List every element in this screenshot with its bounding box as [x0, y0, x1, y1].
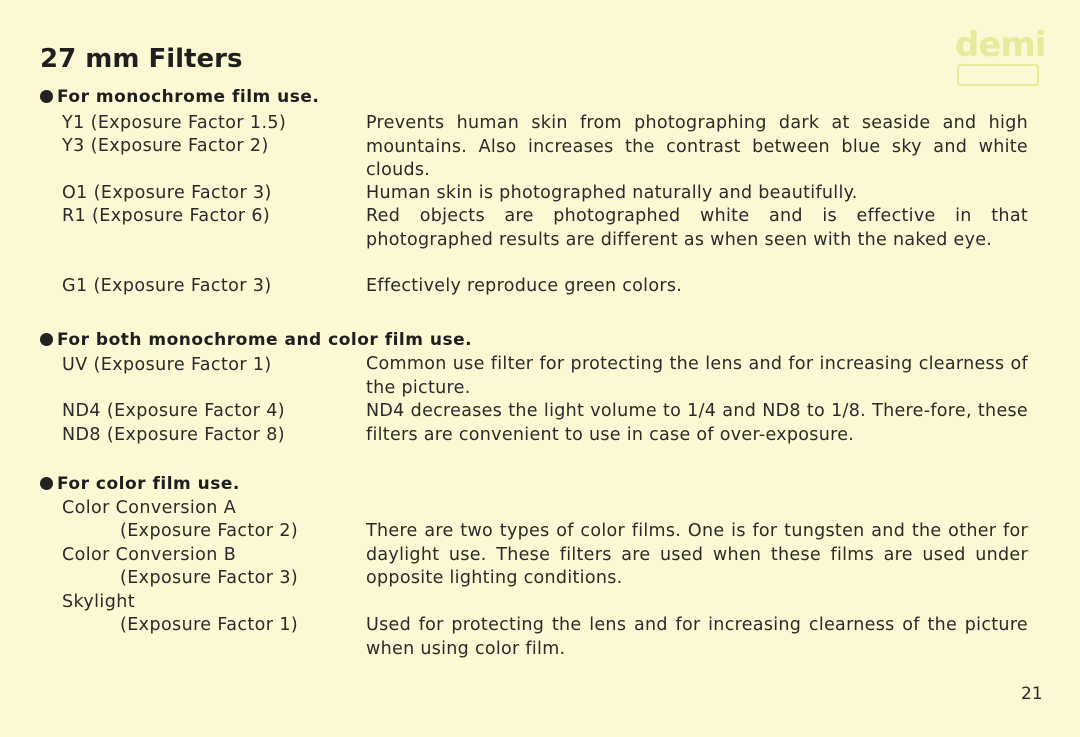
bullet-icon	[40, 477, 53, 490]
filter-nd4: ND4 (Exposure Factor 4)	[62, 401, 285, 421]
filter-cc-a: Color Conversion A	[62, 498, 237, 518]
page-title: 27 mm Filters	[40, 44, 243, 74]
section-heading-color: For color film use.	[40, 474, 240, 494]
filter-o1: O1 (Exposure Factor 3)	[62, 183, 272, 203]
filter-nd8: ND8 (Exposure Factor 8)	[62, 425, 285, 445]
filter-skylight-factor: (Exposure Factor 1)	[120, 615, 299, 635]
bullet-icon	[40, 333, 53, 346]
desc-color-conversion: There are two types of color films. One …	[366, 521, 1028, 588]
section-heading-both: For both monochrome and color film use.	[40, 330, 472, 350]
filter-uv: UV (Exposure Factor 1)	[62, 355, 272, 375]
filter-skylight: Skylight	[62, 592, 135, 612]
desc-green: Effectively reproduce green colors.	[366, 276, 683, 296]
filter-cc-b-factor: (Exposure Factor 3)	[120, 568, 299, 588]
filter-y3: Y3 (Exposure Factor 2)	[62, 136, 269, 156]
bullet-icon	[40, 90, 53, 103]
desc-uv: Common use filter for protecting the len…	[366, 354, 1028, 398]
desc-red: Red objects are photographed white and i…	[366, 206, 1028, 250]
page-number: 21	[1021, 684, 1043, 704]
desc-skylight: Used for protecting the lens and for inc…	[366, 615, 1028, 659]
section-heading-monochrome: For monochrome film use.	[40, 87, 319, 107]
desc-yellow: Prevents human skin from photographing d…	[366, 113, 1028, 180]
desc-nd: ND4 decreases the light volume to 1/4 an…	[366, 401, 1028, 445]
demi-logo: demi	[955, 28, 1046, 86]
filter-cc-b: Color Conversion B	[62, 545, 237, 565]
filter-r1: R1 (Exposure Factor 6)	[62, 206, 271, 226]
filter-g1: G1 (Exposure Factor 3)	[62, 276, 272, 296]
filter-y1: Y1 (Exposure Factor 1.5)	[62, 113, 287, 133]
filter-cc-a-factor: (Exposure Factor 2)	[120, 521, 299, 541]
desc-orange: Human skin is photographed naturally and…	[366, 183, 858, 203]
